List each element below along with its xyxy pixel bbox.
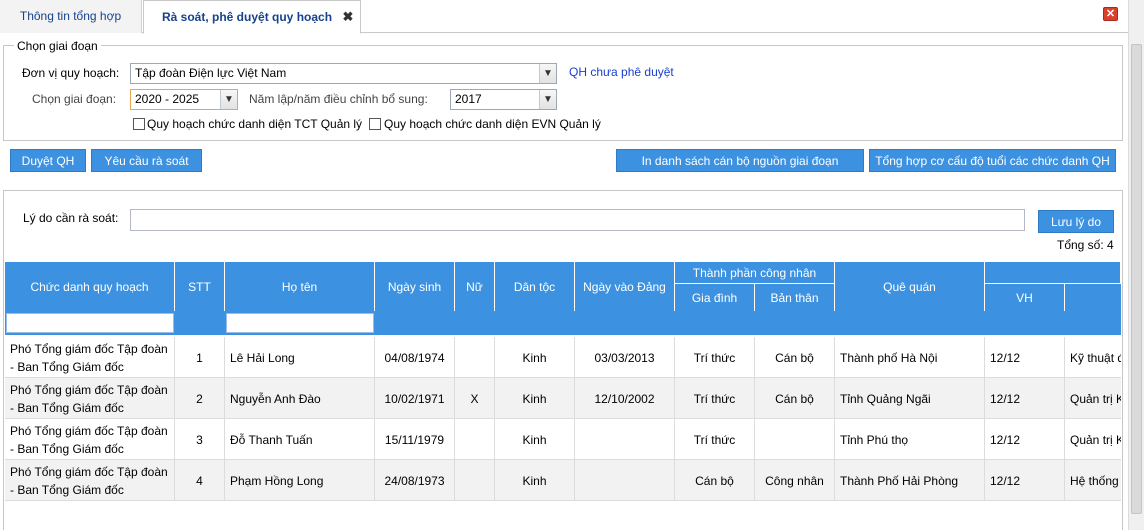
chk-tct-label: Quy hoạch chức danh diện TCT Quản lý [147, 117, 363, 131]
col-header-female[interactable]: Nữ [455, 262, 495, 311]
col-header-worker-group: Thành phần công nhân [675, 262, 835, 284]
cell-stt: 2 [175, 378, 225, 419]
window-close-icon[interactable]: ✕ [1103, 7, 1118, 21]
cell-family: Cán bộ [675, 460, 755, 501]
cell-name: Phạm Hồng Long [225, 460, 375, 501]
unit-select-value: Tập đoàn Điện lực Việt Nam [135, 66, 287, 80]
cell-hometown: Thành phố Hà Nội [835, 337, 985, 378]
col-header-hometown[interactable]: Quê quán [835, 262, 985, 311]
cell-specialty: Hệ thống [1070, 473, 1119, 488]
cell-specialty: Quản trị K [1070, 432, 1121, 447]
cell-position: Phó Tổng giám đốc Tập đoàn - Ban Tổng Gi… [5, 419, 175, 460]
cell-specialty: Quản trị K [1070, 391, 1121, 406]
cell-position: Phó Tổng giám đốc Tập đoàn - Ban Tổng Gi… [5, 337, 175, 378]
cell-self: Cán bộ [755, 337, 835, 378]
col-header-position[interactable]: Chức danh quy hoạch [5, 262, 175, 311]
cell-self: Công nhân [755, 460, 835, 501]
cell-vh: 12/12 [985, 419, 1065, 460]
reason-label: Lý do cần rà soát: [23, 211, 119, 225]
approve-button[interactable]: Duyệt QH [10, 149, 86, 172]
planning-table: Chức danh quy hoạch STT Họ tên Ngày sinh… [5, 262, 1121, 502]
cell-ethnicity: Kinh [495, 337, 575, 378]
phase-label: Chọn giai đoạn: [32, 92, 117, 106]
phase-legend: Chọn giai đoạn [14, 39, 101, 53]
cell-hometown: Thành Phố Hải Phòng [835, 460, 985, 501]
status-link[interactable]: QH chưa phê duyệt [569, 65, 674, 79]
year-select[interactable]: 2017 ▼ [450, 89, 557, 110]
cell-ethnicity: Kinh [495, 419, 575, 460]
cell-family: Trí thức [675, 337, 755, 378]
tab-bar: Thông tin tổng hợp Rà soát, phê duyệt qu… [0, 0, 1128, 34]
tab-review-approve[interactable]: Rà soát, phê duyệt quy hoạch [143, 0, 361, 34]
unit-label: Đơn vị quy hoạch: [22, 66, 120, 80]
phase-select-value: 2020 - 2025 [135, 92, 200, 106]
cell-position: Phó Tổng giám đốc Tập đoàn - Ban Tổng Gi… [5, 460, 175, 501]
filter-name-input[interactable] [226, 313, 374, 333]
cell-vh: 12/12 [985, 337, 1065, 378]
cell-self [755, 419, 835, 460]
cell-self: Cán bộ [755, 378, 835, 419]
cell-ethnicity: Kinh [495, 378, 575, 419]
cell-dob: 04/08/1974 [375, 337, 455, 378]
cell-stt: 4 [175, 460, 225, 501]
cell-position: Phó Tổng giám đốc Tập đoàn - Ban Tổng Gi… [5, 378, 175, 419]
cell-dob: 24/08/1973 [375, 460, 455, 501]
age-summary-button[interactable]: Tổng hợp cơ cấu độ tuổi các chức danh QH [869, 149, 1116, 172]
cell-family: Trí thức [675, 378, 755, 419]
col-header-ethnicity[interactable]: Dân tộc [495, 262, 575, 311]
tab-close-icon[interactable]: ✖ [342, 10, 354, 23]
year-select-value: 2017 [455, 92, 482, 106]
col-header-specialty[interactable] [1065, 284, 1121, 311]
chk-tct-managed[interactable] [133, 118, 145, 130]
chevron-down-icon[interactable]: ▼ [220, 90, 237, 109]
cell-hometown: Tỉnh Phú thọ [835, 419, 985, 460]
chk-evn-label: Quy hoạch chức danh diện EVN Quản lý [384, 117, 601, 131]
cell-party-date: 03/03/2013 [575, 337, 675, 378]
cell-specialty: Kỹ thuật đ [1070, 350, 1121, 365]
col-header-stt[interactable]: STT [175, 262, 225, 311]
filter-position-input[interactable] [6, 313, 174, 333]
year-label: Năm lập/năm điều chỉnh bổ sung: [249, 92, 428, 106]
unit-select[interactable]: Tập đoàn Điện lực Việt Nam ▼ [130, 63, 557, 84]
cell-dob: 15/11/1979 [375, 419, 455, 460]
col-header-name[interactable]: Họ tên [225, 262, 375, 311]
chevron-down-icon[interactable]: ▼ [539, 64, 556, 83]
cell-party-date: 12/10/2002 [575, 378, 675, 419]
col-header-vh[interactable]: VH [985, 284, 1065, 311]
cell-vh: 12/12 [985, 460, 1065, 501]
cell-female [455, 419, 495, 460]
total-count: Tổng số: 4 [1057, 238, 1114, 252]
reason-input[interactable] [130, 209, 1025, 231]
cell-female [455, 460, 495, 501]
scrollbar-thumb[interactable] [1131, 44, 1142, 514]
print-list-button[interactable]: In danh sách cán bộ nguồn giai đoạn [616, 149, 864, 172]
cell-vh: 12/12 [985, 378, 1065, 419]
col-header-party-date[interactable]: Ngày vào Đảng [575, 262, 675, 311]
cell-name: Nguyễn Anh Đào [225, 378, 375, 419]
cell-female: X [455, 378, 495, 419]
cell-name: Lê Hải Long [225, 337, 375, 378]
col-header-dob[interactable]: Ngày sinh [375, 262, 455, 311]
chk-evn-managed[interactable] [369, 118, 381, 130]
phase-select[interactable]: 2020 - 2025 ▼ [130, 89, 238, 110]
request-review-button[interactable]: Yêu cầu rà soát [91, 149, 202, 172]
cell-stt: 3 [175, 419, 225, 460]
cell-family: Trí thức [675, 419, 755, 460]
col-header-self[interactable]: Bản thân [755, 284, 835, 311]
cell-ethnicity: Kinh [495, 460, 575, 501]
chevron-down-icon[interactable]: ▼ [539, 90, 556, 109]
cell-dob: 10/02/1971 [375, 378, 455, 419]
col-header-education-group [985, 262, 1121, 284]
cell-female [455, 337, 495, 378]
cell-hometown: Tỉnh Quảng Ngãi [835, 378, 985, 419]
cell-stt: 1 [175, 337, 225, 378]
vertical-scrollbar[interactable] [1128, 0, 1144, 530]
cell-name: Đỗ Thanh Tuấn [225, 419, 375, 460]
col-header-family[interactable]: Gia đình [675, 284, 755, 311]
cell-party-date [575, 419, 675, 460]
save-reason-button[interactable]: Lưu lý do [1038, 210, 1114, 233]
tab-general-info[interactable]: Thông tin tổng hợp [0, 0, 142, 33]
cell-party-date [575, 460, 675, 501]
